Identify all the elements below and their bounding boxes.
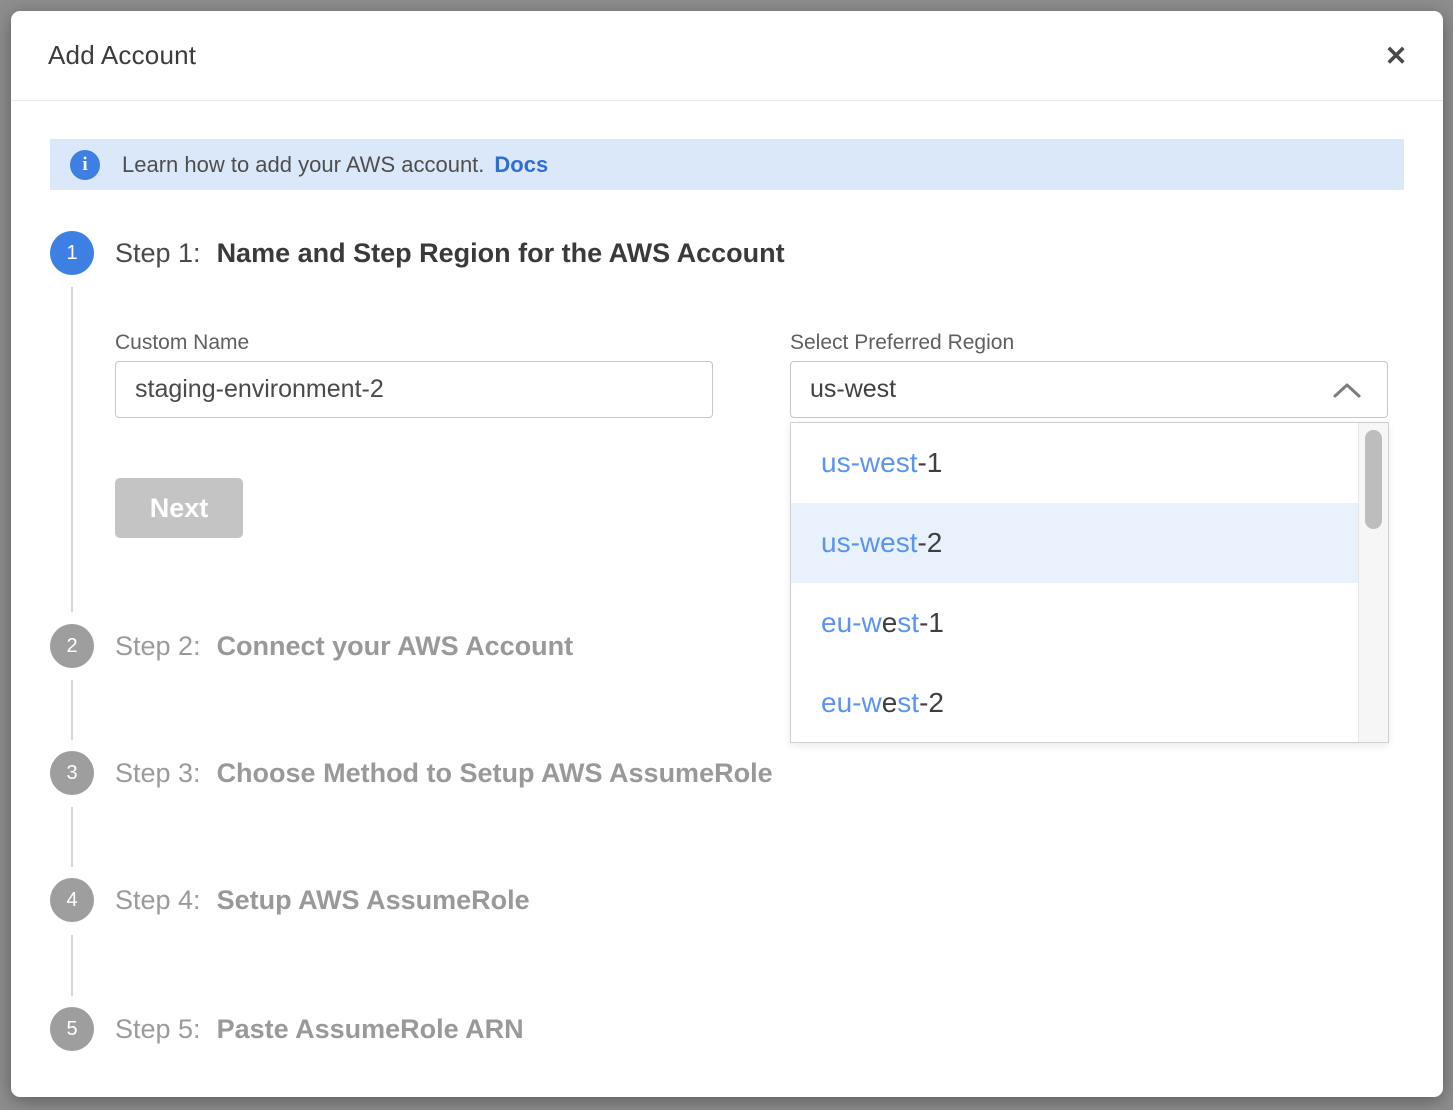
region-dropdown: us-west-1us-west-2eu-west-1eu-west-2 <box>790 422 1389 743</box>
step-5-row[interactable]: 5 Step 5: Paste AssumeRole ARN <box>50 1007 524 1051</box>
modal-header: Add Account ✕ <box>11 11 1443 101</box>
step-1-row: 1 Step 1: Name and Step Region for the A… <box>50 231 785 275</box>
step-4-prefix: Step 4: <box>115 885 201 916</box>
step-connector-1-2 <box>71 287 73 612</box>
step-connector-4-5 <box>71 935 73 996</box>
option-text: -2 <box>917 527 942 559</box>
option-text: -1 <box>919 607 944 639</box>
custom-name-label: Custom Name <box>115 331 249 355</box>
info-banner: i Learn how to add your AWS account. Doc… <box>50 139 1404 190</box>
step-connector-3-4 <box>71 807 73 867</box>
step-3-prefix: Step 3: <box>115 758 201 789</box>
option-match-text: st <box>897 687 919 719</box>
step-1-badge: 1 <box>50 231 94 275</box>
region-select-value: us-west <box>810 375 896 404</box>
add-account-modal: Add Account ✕ i Learn how to add your AW… <box>11 11 1443 1097</box>
option-match-text: us-west <box>821 527 917 559</box>
step-2-prefix: Step 2: <box>115 631 201 662</box>
region-option-1[interactable]: us-west-1 <box>791 423 1358 503</box>
step-connector-2-3 <box>71 680 73 740</box>
option-match-text: eu-w <box>821 607 882 639</box>
region-label: Select Preferred Region <box>790 331 1014 355</box>
step-3-badge: 3 <box>50 751 94 795</box>
region-option-2[interactable]: us-west-2 <box>791 503 1358 583</box>
step-2-badge: 2 <box>50 624 94 668</box>
dropdown-scrollbar-thumb[interactable] <box>1365 430 1382 529</box>
chevron-up-icon <box>1333 383 1361 398</box>
step-4-title: Setup AWS AssumeRole <box>217 885 530 916</box>
region-select[interactable]: us-west <box>790 361 1388 418</box>
banner-text: Learn how to add your AWS account. <box>122 152 484 178</box>
option-match-text: eu-w <box>821 687 882 719</box>
step-2-row[interactable]: 2 Step 2: Connect your AWS Account <box>50 624 573 668</box>
option-text: e <box>882 607 898 639</box>
custom-name-input[interactable] <box>115 361 713 418</box>
step-4-row[interactable]: 4 Step 4: Setup AWS AssumeRole <box>50 878 530 922</box>
step-2-title: Connect your AWS Account <box>217 631 574 662</box>
region-option-3[interactable]: eu-west-1 <box>791 583 1358 663</box>
region-option-4[interactable]: eu-west-2 <box>791 663 1358 743</box>
step-3-row[interactable]: 3 Step 3: Choose Method to Setup AWS Ass… <box>50 751 773 795</box>
option-match-text: us-west <box>821 447 917 479</box>
step-5-title: Paste AssumeRole ARN <box>217 1014 524 1045</box>
step-1-prefix: Step 1: <box>115 238 201 269</box>
info-icon: i <box>70 150 100 180</box>
region-option-list: us-west-1us-west-2eu-west-1eu-west-2 <box>791 423 1358 742</box>
step-1-title: Name and Step Region for the AWS Account <box>217 238 785 269</box>
step-5-prefix: Step 5: <box>115 1014 201 1045</box>
option-match-text: st <box>897 607 919 639</box>
modal-title: Add Account <box>48 40 196 71</box>
step-5-badge: 5 <box>50 1007 94 1051</box>
step-4-badge: 4 <box>50 878 94 922</box>
close-icon[interactable]: ✕ <box>1377 37 1415 75</box>
step-3-title: Choose Method to Setup AWS AssumeRole <box>217 758 773 789</box>
next-button[interactable]: Next <box>115 478 243 538</box>
option-text: e <box>882 687 898 719</box>
docs-link[interactable]: Docs <box>494 152 548 178</box>
option-text: -1 <box>917 447 942 479</box>
option-text: -2 <box>919 687 944 719</box>
dropdown-scrollbar-track[interactable] <box>1358 423 1388 742</box>
